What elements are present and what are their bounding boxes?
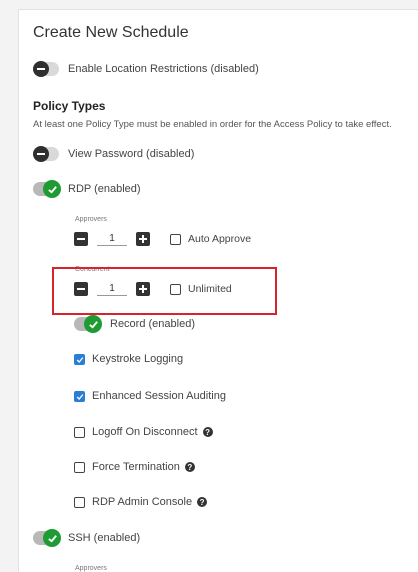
- enhanced-session-auditing-label: Enhanced Session Auditing: [92, 390, 226, 402]
- auto-approve-option[interactable]: Auto Approve: [170, 233, 251, 245]
- ssh-toggle[interactable]: [33, 529, 61, 547]
- check-icon: [84, 315, 102, 333]
- view-password-label: View Password (disabled): [68, 148, 195, 160]
- record-toggle-row[interactable]: Record (enabled): [74, 315, 195, 333]
- rdp-admin-console-checkbox[interactable]: [74, 496, 85, 508]
- approvers-decrement-button[interactable]: [74, 232, 88, 246]
- ssh-label: SSH (enabled): [68, 532, 141, 544]
- policy-types-heading: Policy Types: [33, 99, 106, 113]
- approvers-stepper: 1 Auto Approve: [74, 232, 251, 246]
- rdp-label: RDP (enabled): [68, 183, 141, 195]
- location-restrictions-toggle[interactable]: [33, 61, 59, 77]
- location-restrictions-label: Enable Location Restrictions (disabled): [68, 63, 259, 75]
- toggle-off-knob: [33, 146, 49, 162]
- force-termination-label: Force Termination: [92, 461, 180, 473]
- force-termination-checkbox[interactable]: [74, 461, 85, 473]
- enhanced-session-auditing-option[interactable]: Enhanced Session Auditing: [74, 390, 226, 402]
- record-label: Record (enabled): [110, 318, 195, 330]
- record-toggle[interactable]: [74, 315, 102, 333]
- logoff-on-disconnect-label: Logoff On Disconnect: [92, 426, 198, 438]
- policy-types-description: At least one Policy Type must be enabled…: [33, 119, 392, 130]
- help-icon[interactable]: ?: [202, 427, 213, 437]
- auto-approve-checkbox[interactable]: [170, 233, 181, 245]
- location-restrictions-toggle-row[interactable]: Enable Location Restrictions (disabled): [33, 61, 259, 77]
- view-password-toggle[interactable]: [33, 146, 59, 162]
- keystroke-logging-checkbox[interactable]: [74, 353, 85, 365]
- logoff-on-disconnect-checkbox[interactable]: [74, 426, 85, 438]
- rdp-toggle-row[interactable]: RDP (enabled): [33, 180, 141, 198]
- check-icon: [76, 356, 84, 363]
- toggle-off-knob: [33, 61, 49, 77]
- logoff-on-disconnect-option[interactable]: Logoff On Disconnect ?: [74, 426, 213, 438]
- create-schedule-panel: Create New Schedule Enable Location Rest…: [18, 9, 418, 572]
- approvers-value-input[interactable]: 1: [97, 233, 127, 246]
- concurrent-highlight-box: [52, 267, 277, 315]
- auto-approve-label: Auto Approve: [188, 233, 252, 245]
- rdp-toggle[interactable]: [33, 180, 61, 198]
- check-icon: [76, 393, 84, 400]
- force-termination-option[interactable]: Force Termination ?: [74, 461, 195, 473]
- approvers-label: Approvers: [75, 216, 107, 223]
- enhanced-session-auditing-checkbox[interactable]: [74, 390, 85, 402]
- help-icon[interactable]: ?: [184, 462, 195, 472]
- view-password-toggle-row[interactable]: View Password (disabled): [33, 146, 195, 162]
- check-icon: [43, 529, 61, 547]
- check-icon: [43, 180, 61, 198]
- keystroke-logging-label: Keystroke Logging: [92, 353, 184, 365]
- approvers-increment-button[interactable]: [136, 232, 150, 246]
- page-title: Create New Schedule: [33, 24, 189, 41]
- ssh-toggle-row[interactable]: SSH (enabled): [33, 529, 141, 547]
- rdp-admin-console-option[interactable]: RDP Admin Console ?: [74, 496, 208, 508]
- keystroke-logging-option[interactable]: Keystroke Logging: [74, 353, 183, 365]
- rdp-admin-console-label: RDP Admin Console: [92, 496, 193, 508]
- help-icon[interactable]: ?: [197, 497, 208, 507]
